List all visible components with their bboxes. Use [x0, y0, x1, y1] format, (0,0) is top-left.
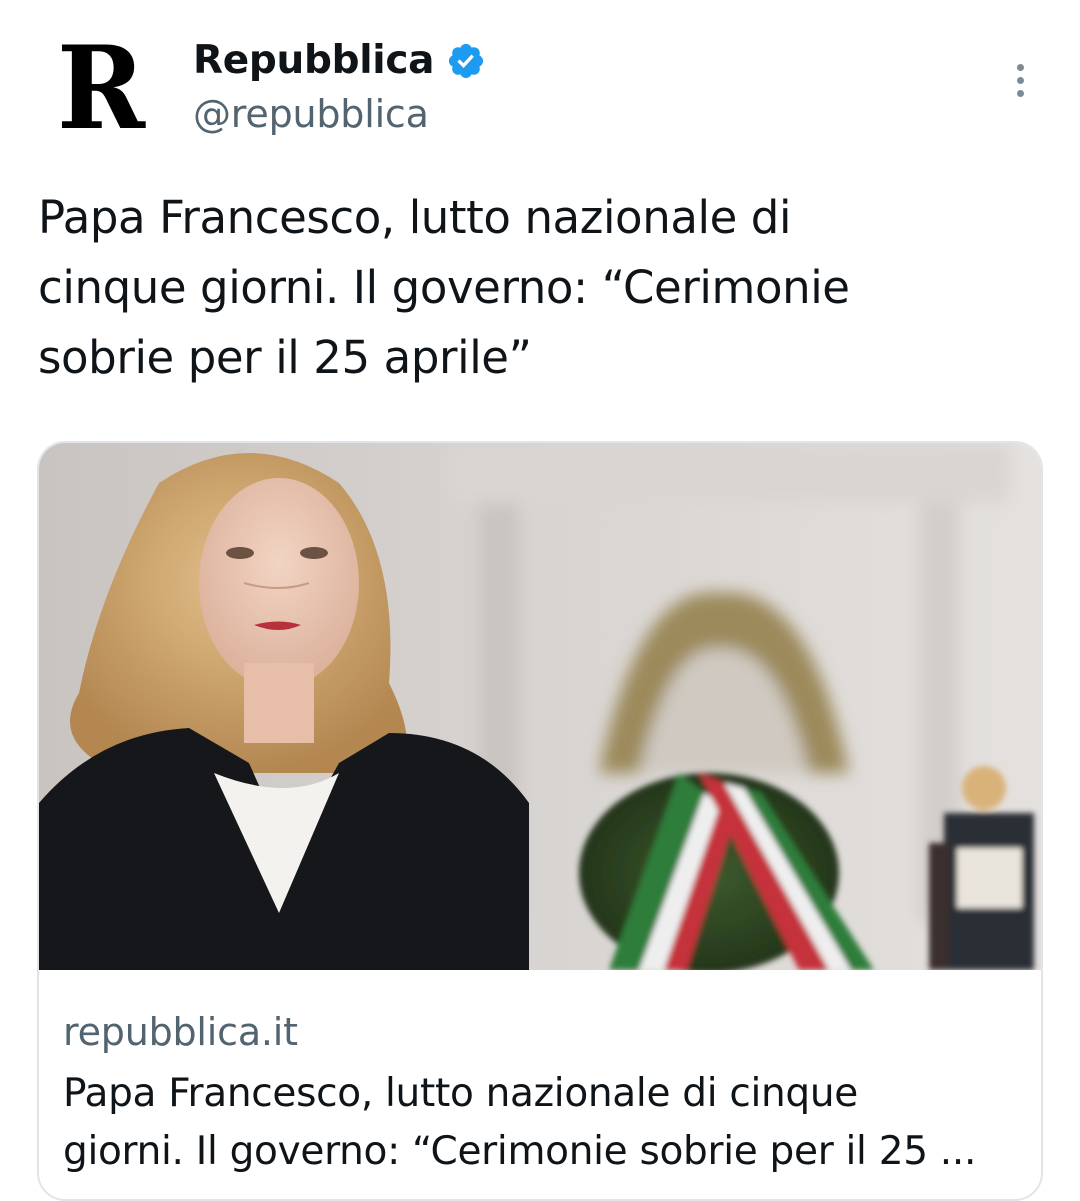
more-options-button[interactable]: [996, 52, 1044, 108]
avatar-logo-letter: R: [56, 19, 145, 155]
more-vertical-icon-dot: [1016, 89, 1024, 97]
link-card-domain[interactable]: repubblica.it: [63, 1010, 298, 1054]
account-name-row[interactable]: Repubblica: [193, 38, 486, 83]
account-handle[interactable]: @repubblica: [193, 92, 429, 136]
more-vertical-icon-dot: [1016, 76, 1024, 84]
link-preview-image[interactable]: [39, 443, 1041, 970]
more-vertical-icon: [1016, 63, 1024, 71]
link-preview-photo: [39, 443, 1041, 970]
display-name[interactable]: Repubblica: [193, 38, 434, 83]
verified-badge-icon: [446, 41, 486, 81]
avatar[interactable]: R: [40, 28, 160, 148]
link-card-title[interactable]: Papa Francesco, lutto nazionale di cinqu…: [63, 1065, 1023, 1181]
tweet-text: Papa Francesco, lutto nazionale di cinqu…: [38, 191, 850, 384]
link-preview-card[interactable]: repubblica.it Papa Francesco, lutto nazi…: [37, 441, 1043, 1201]
